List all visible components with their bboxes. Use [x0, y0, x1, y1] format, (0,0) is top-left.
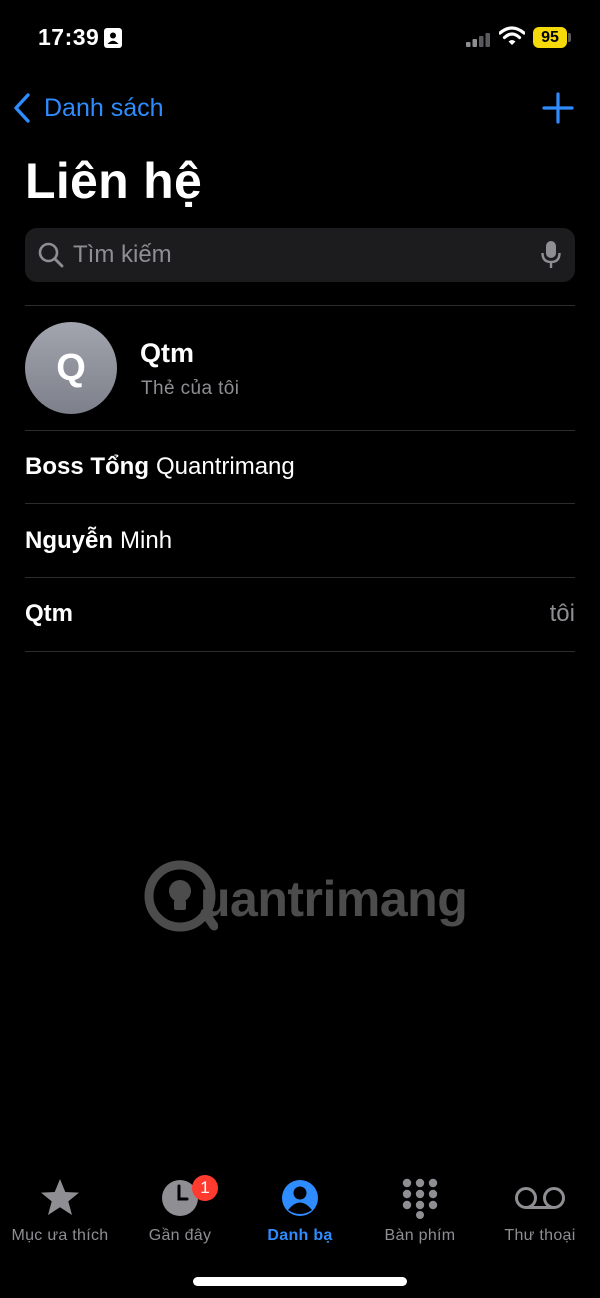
star-icon [41, 1179, 79, 1215]
contact-last-name: Minh [120, 527, 173, 554]
battery-level: 95 [533, 27, 567, 48]
my-card-name: Qtm [140, 338, 194, 368]
tab-voicemail[interactable]: Thư thoại [480, 1165, 600, 1255]
watermark: uantrimang [142, 856, 492, 946]
contact-row[interactable]: Qtm tôi [25, 578, 575, 650]
person-circle-icon [282, 1180, 318, 1216]
keypad-icon [402, 1178, 438, 1219]
tab-contacts[interactable]: Danh bạ [240, 1165, 360, 1255]
divider [25, 503, 575, 504]
tab-favorites[interactable]: Mục ưa thích [0, 1165, 120, 1255]
microphone-icon[interactable] [541, 240, 561, 270]
add-contact-button[interactable] [540, 90, 576, 126]
tab-label: Mục ưa thích [11, 1227, 109, 1244]
tab-bar: Mục ưa thích 1 Gần đây Danh bạ Bàn phím [0, 1165, 600, 1265]
contact-first-name: Nguyễn [25, 527, 114, 554]
battery-tip [568, 33, 571, 42]
avatar: Q [25, 322, 117, 414]
nav-bar: Danh sách [0, 80, 600, 136]
contact-card-icon [104, 28, 122, 48]
contact-first-name: Boss Tổng [25, 453, 149, 480]
my-card-subtitle: Thẻ của tôi [141, 378, 240, 399]
status-bar: 17:39 95 [0, 0, 600, 76]
search-bar[interactable] [25, 228, 575, 282]
divider [25, 651, 575, 652]
voicemail-icon [515, 1187, 565, 1209]
search-icon [38, 242, 64, 268]
chevron-left-icon [14, 93, 30, 123]
home-indicator[interactable] [193, 1277, 407, 1286]
tab-label: Gần đây [148, 1227, 212, 1244]
tab-recents[interactable]: 1 Gần đây [120, 1165, 240, 1255]
notification-badge: 1 [192, 1175, 218, 1201]
wifi-icon [499, 26, 525, 45]
contact-last-name: Quantrimang [156, 453, 295, 480]
cellular-signal-icon [466, 33, 490, 47]
tab-label: Bàn phím [384, 1227, 456, 1244]
back-button-label: Danh sách [44, 93, 164, 122]
search-input[interactable] [73, 241, 541, 269]
tab-keypad[interactable]: Bàn phím [360, 1165, 480, 1255]
status-time: 17:39 [38, 24, 100, 50]
divider [25, 305, 575, 306]
my-card[interactable]: Q Qtm Thẻ của tôi [25, 322, 575, 414]
watermark-text: uantrimang [200, 871, 468, 927]
contact-row[interactable]: Nguyễn Minh [25, 505, 575, 577]
tab-label: Danh bạ [267, 1227, 333, 1244]
contact-me-tag: tôi [549, 600, 575, 627]
contact-first-name: Qtm [25, 600, 73, 627]
contact-row[interactable]: Boss Tổng Quantrimang [25, 431, 575, 503]
page-title: Liên hệ [25, 153, 203, 209]
tab-label: Thư thoại [504, 1227, 576, 1244]
back-button[interactable]: Danh sách [12, 88, 164, 128]
